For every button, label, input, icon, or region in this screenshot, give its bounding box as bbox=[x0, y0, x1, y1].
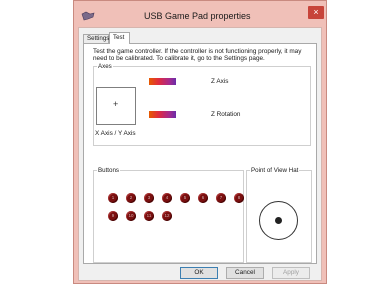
pov-group-label: Point of View Hat bbox=[250, 167, 300, 174]
button-indicator-6: 6 bbox=[198, 193, 208, 203]
cancel-button[interactable]: Cancel bbox=[226, 267, 264, 279]
apply-button[interactable]: Apply bbox=[272, 267, 310, 279]
button-indicator-2: 2 bbox=[126, 193, 136, 203]
tab-settings-label: Settings bbox=[87, 35, 110, 42]
title-bar[interactable]: USB Game Pad properties × bbox=[74, 1, 326, 27]
xy-axis-box: + bbox=[96, 87, 136, 125]
crosshair-icon: + bbox=[113, 99, 119, 109]
z-axis-bar bbox=[149, 78, 176, 85]
button-indicator-5: 5 bbox=[180, 193, 190, 203]
game-controller-icon bbox=[81, 11, 95, 21]
close-button[interactable]: × bbox=[308, 6, 324, 19]
button-indicator-9: 9 bbox=[108, 211, 118, 221]
z-rotation-label: Z Rotation bbox=[211, 111, 241, 118]
button-indicator-11: 11 bbox=[144, 211, 154, 221]
button-indicator-12: 12 bbox=[162, 211, 172, 221]
close-icon: × bbox=[313, 7, 319, 17]
buttons-group-label: Buttons bbox=[97, 167, 120, 174]
axes-group-label: Axes bbox=[97, 63, 113, 70]
point-of-view-hat-group: Point of View Hat bbox=[246, 167, 312, 263]
button-indicator-10: 10 bbox=[126, 211, 136, 221]
window-title: USB Game Pad properties bbox=[144, 11, 251, 21]
ok-button[interactable]: OK bbox=[180, 267, 218, 279]
z-axis-label: Z Axis bbox=[211, 78, 229, 85]
button-indicator-1: 1 bbox=[108, 193, 118, 203]
pov-center-dot bbox=[275, 217, 282, 224]
z-rotation-bar bbox=[149, 111, 176, 118]
instructions-text: Test the game controller. If the control… bbox=[93, 48, 302, 63]
tab-test-label: Test bbox=[113, 34, 125, 41]
xy-axis-label: X Axis / Y Axis bbox=[95, 130, 136, 137]
button-indicator-7: 7 bbox=[216, 193, 226, 203]
properties-window: USB Game Pad properties × Settings Test … bbox=[73, 0, 327, 284]
buttons-group: Buttons 1 2 3 4 5 6 7 8 9 10 11 12 bbox=[93, 167, 244, 263]
tab-test[interactable]: Test bbox=[109, 32, 130, 44]
dialog-client-area: Settings Test Test the game controller. … bbox=[78, 27, 322, 281]
tab-settings[interactable]: Settings bbox=[83, 34, 109, 43]
pov-hat-indicator bbox=[259, 201, 298, 240]
axes-group: Axes + X Axis / Y Axis Z Axis Z Rotation bbox=[93, 63, 311, 146]
button-indicator-8: 8 bbox=[234, 193, 244, 203]
button-indicator-3: 3 bbox=[144, 193, 154, 203]
test-tab-page: Test the game controller. If the control… bbox=[83, 43, 317, 264]
button-indicator-4: 4 bbox=[162, 193, 172, 203]
